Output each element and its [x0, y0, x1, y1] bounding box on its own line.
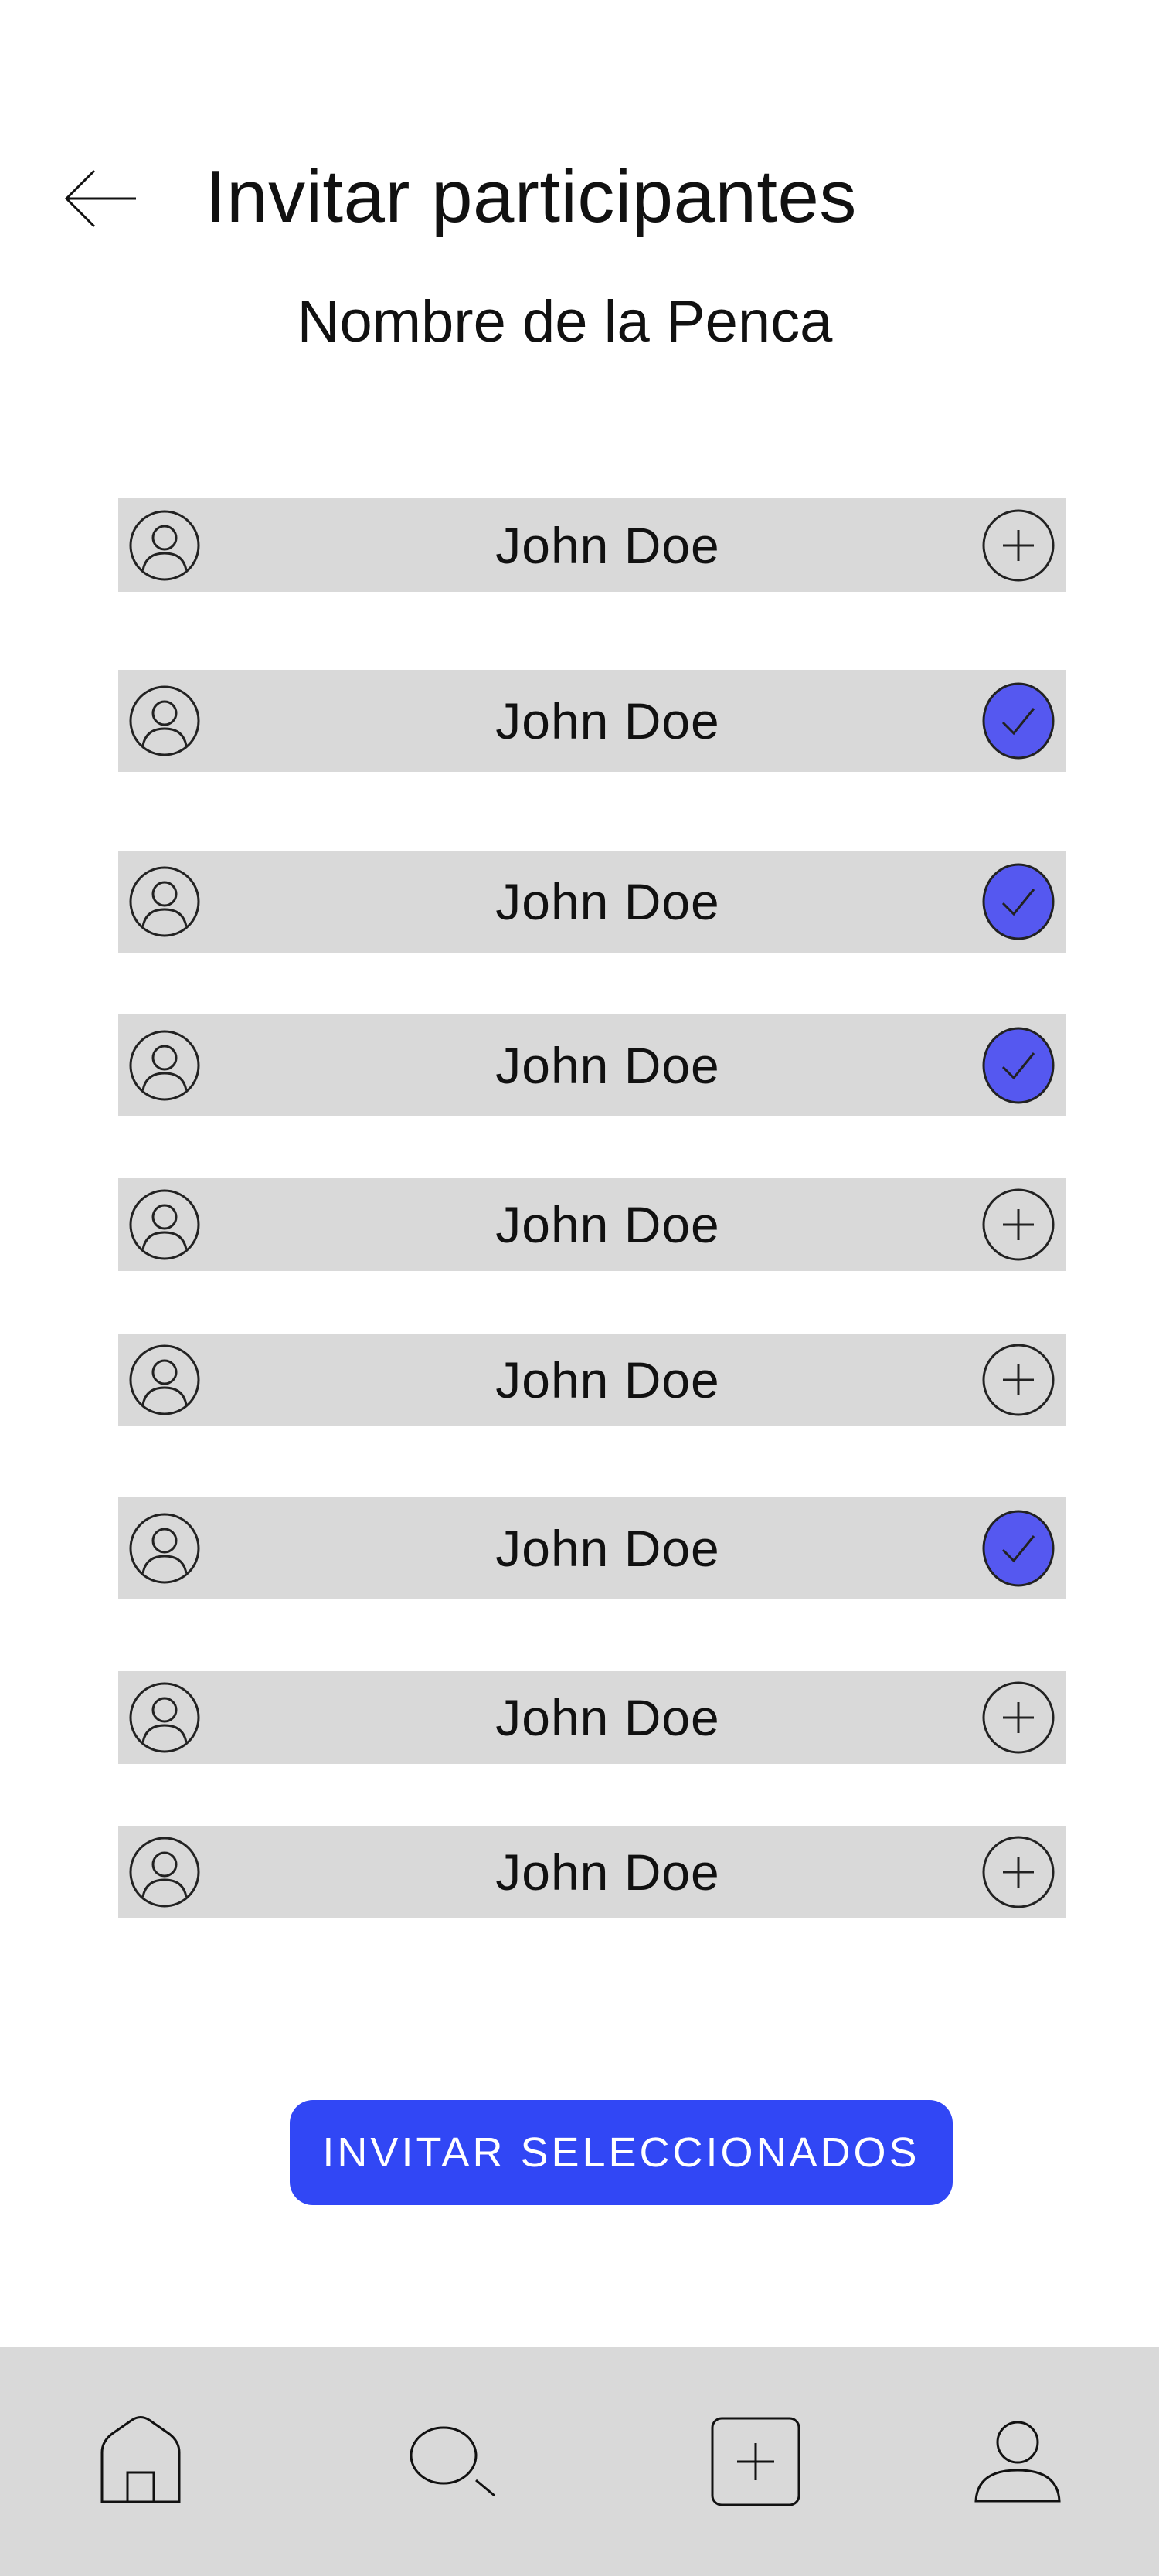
participant-name: John Doe [495, 1037, 720, 1094]
back-button[interactable] [62, 164, 139, 233]
nav-search[interactable] [377, 2347, 532, 2576]
participant-name: John Doe [495, 873, 720, 930]
add-square-icon [711, 2417, 800, 2506]
participant-row[interactable]: John Doe [118, 851, 1066, 953]
home-icon [100, 2416, 181, 2503]
participant-row[interactable]: John Doe [118, 1334, 1066, 1426]
participant-row[interactable]: John Doe [118, 1178, 1066, 1271]
participant-row[interactable]: John Doe [118, 670, 1066, 772]
page-title: Invitar participantes [206, 155, 857, 238]
checked-circle-icon[interactable] [980, 1027, 1057, 1104]
nav-profile[interactable] [940, 2347, 1095, 2576]
add-circle-icon[interactable] [980, 1833, 1057, 1911]
participant-name: John Doe [495, 1196, 720, 1253]
participant-row[interactable]: John Doe [118, 1671, 1066, 1764]
participant-row[interactable]: John Doe [118, 498, 1066, 592]
bottom-nav [0, 2347, 1159, 2576]
checked-circle-icon[interactable] [980, 1510, 1057, 1587]
nav-home[interactable] [63, 2347, 218, 2576]
add-circle-icon[interactable] [980, 1186, 1057, 1263]
invite-selected-button[interactable]: INVITAR SELECCIONADOS [290, 2100, 953, 2205]
participant-row[interactable]: John Doe [118, 1014, 1066, 1116]
arrow-left-icon [64, 169, 136, 228]
add-circle-icon[interactable] [980, 507, 1057, 584]
participant-name: John Doe [495, 516, 720, 574]
add-circle-icon[interactable] [980, 1679, 1057, 1756]
participant-name: John Doe [495, 692, 720, 749]
checked-circle-icon[interactable] [980, 682, 1057, 760]
participant-name: John Doe [495, 1351, 720, 1409]
participant-row[interactable]: John Doe [118, 1826, 1066, 1918]
participant-name: John Doe [495, 1520, 720, 1577]
search-icon [410, 2426, 495, 2497]
participant-name: John Doe [495, 1844, 720, 1901]
user-icon [974, 2421, 1061, 2503]
add-circle-icon[interactable] [980, 1341, 1057, 1419]
participant-name: John Doe [495, 1689, 720, 1746]
nav-create[interactable] [678, 2347, 833, 2576]
penca-name: Nombre de la Penca [297, 289, 833, 355]
participant-row[interactable]: John Doe [118, 1497, 1066, 1599]
checked-circle-icon[interactable] [980, 863, 1057, 940]
